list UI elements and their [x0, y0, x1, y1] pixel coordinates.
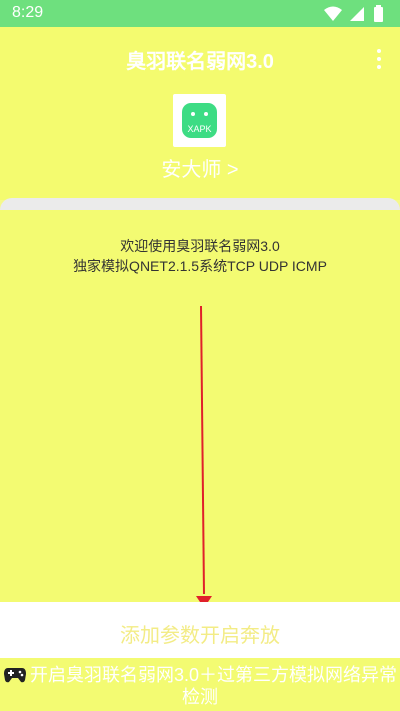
author-link[interactable]: 安大师 > — [0, 153, 400, 182]
app-bar: 臭羽联名弱网3.0 — [0, 27, 400, 89]
gamepad-icon — [3, 668, 26, 683]
app-title: 臭羽联名弱网3.0 — [126, 51, 274, 73]
android-icon: XAPK — [182, 103, 217, 138]
start-weaknet-button[interactable]: 开启臭羽联名弱网3.0＋过第三方模拟网络异常检测 — [0, 658, 400, 711]
app-icon-label: XAPK — [187, 124, 211, 134]
add-params-button[interactable]: 添加参数开启奔放 — [0, 602, 400, 658]
welcome-line-1: 欢迎使用臭羽联名弱网3.0 — [120, 238, 280, 254]
status-icons — [324, 5, 383, 22]
app-header: XAPK 安大师 > — [0, 89, 400, 200]
battery-icon — [374, 5, 383, 22]
add-params-label: 添加参数开启奔放 — [120, 625, 280, 647]
signal-icon — [350, 7, 364, 21]
welcome-line-2: 独家模拟QNET2.1.5系统TCP UDP ICMP — [73, 258, 327, 274]
app-icon[interactable]: XAPK — [173, 94, 226, 147]
start-button-label: 开启臭羽联名弱网3.0＋过第三方模拟网络异常检测 — [29, 665, 398, 707]
wifi-icon — [324, 6, 342, 21]
status-bar: 8:29 — [0, 0, 400, 27]
welcome-text: 欢迎使用臭羽联名弱网3.0 独家模拟QNET2.1.5系统TCP UDP ICM… — [0, 236, 400, 276]
status-time: 8:29 — [12, 4, 44, 21]
more-vert-icon[interactable] — [372, 47, 386, 73]
red-arrow-annotation — [196, 305, 212, 608]
